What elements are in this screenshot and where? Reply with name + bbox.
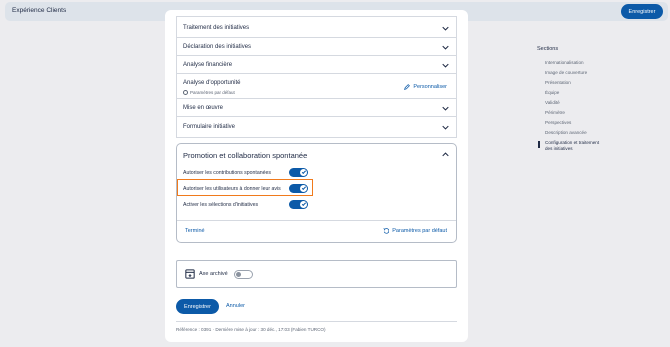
check-icon <box>301 169 306 174</box>
archive-toggle[interactable] <box>234 270 253 279</box>
footer-divider <box>176 321 457 322</box>
chevron-down-icon <box>442 26 449 31</box>
toggle-label-selections: Activer les sélections d'initiatives <box>183 202 259 208</box>
toc-item-equipe[interactable]: Équipe <box>545 90 615 96</box>
section-label: Analyse financière <box>183 62 233 68</box>
section-declaration[interactable]: Déclaration des initiatives <box>176 37 457 56</box>
reset-defaults-link[interactable]: Paramètres par défaut <box>383 228 447 234</box>
toc-item-validite[interactable]: Validité <box>545 100 615 106</box>
focus-highlight <box>177 179 313 196</box>
chevron-down-icon <box>442 106 449 111</box>
toc-item-perspectives[interactable]: Perspectives <box>545 120 615 126</box>
toggle-selections[interactable] <box>289 200 308 209</box>
toc-item-internationalisation[interactable]: Internationalisation <box>545 60 615 66</box>
toc-item-description-avancee[interactable]: Description avancée <box>545 130 615 136</box>
section-mise-en-oeuvre[interactable]: Mise en œuvre <box>176 98 457 117</box>
personnaliser-link[interactable]: Personnaliser <box>404 84 447 90</box>
chevron-up-icon[interactable] <box>442 152 449 157</box>
section-analyse-opportunite: Analyse d'opportunité Paramètres par déf… <box>176 73 457 99</box>
check-icon <box>301 201 306 206</box>
default-settings-status: Paramètres par défaut <box>183 90 235 95</box>
section-analyse-financiere[interactable]: Analyse financière <box>176 55 457 74</box>
promo-footer: Terminé Paramètres par défaut <box>177 220 456 242</box>
toc-active-indicator <box>538 141 540 148</box>
save-button[interactable]: Enregistrer <box>176 299 219 314</box>
check-circle-icon <box>183 90 188 95</box>
section-label: Formulaire initiative <box>183 124 236 130</box>
toc-item-image-couverture[interactable]: Image de couverture <box>545 70 615 76</box>
toc-item-presentation[interactable]: Présentation <box>545 80 615 86</box>
section-traitement[interactable]: Traitement des initiatives <box>176 16 457 38</box>
chevron-down-icon <box>442 45 449 50</box>
toc-item-configuration[interactable]: Configuration et traitement des initiati… <box>545 140 603 152</box>
toggle-label-contributions: Autoriser les contributions spontanées <box>183 170 271 176</box>
toc-item-perimetre[interactable]: Périmètre <box>545 110 615 116</box>
section-label: Déclaration des initiatives <box>183 44 252 50</box>
archive-label: Axe archivé <box>199 271 228 277</box>
archive-icon <box>185 269 195 279</box>
toc-title: Sections <box>537 46 559 52</box>
section-label: Analyse d'opportunité <box>183 80 241 86</box>
section-formulaire[interactable]: Formulaire initiative <box>176 116 457 138</box>
section-label: Traitement des initiatives <box>183 25 250 31</box>
chevron-down-icon <box>442 63 449 68</box>
page-title: Expérience Clients <box>12 7 67 14</box>
done-link[interactable]: Terminé <box>185 228 205 234</box>
archive-panel: Axe archivé <box>176 260 457 288</box>
promo-title: Promotion et collaboration spontanée <box>183 151 308 160</box>
pencil-icon <box>404 84 411 90</box>
chevron-down-icon <box>442 125 449 130</box>
reference-text: Référence : 0391 · Dernière mise à jour … <box>176 327 326 332</box>
undo-icon <box>383 228 390 234</box>
header-save-button[interactable]: Enregistrer <box>621 4 663 19</box>
cancel-link[interactable]: Annuler <box>226 303 245 309</box>
section-label: Mise en œuvre <box>183 105 224 111</box>
toggle-contributions[interactable] <box>289 168 308 177</box>
